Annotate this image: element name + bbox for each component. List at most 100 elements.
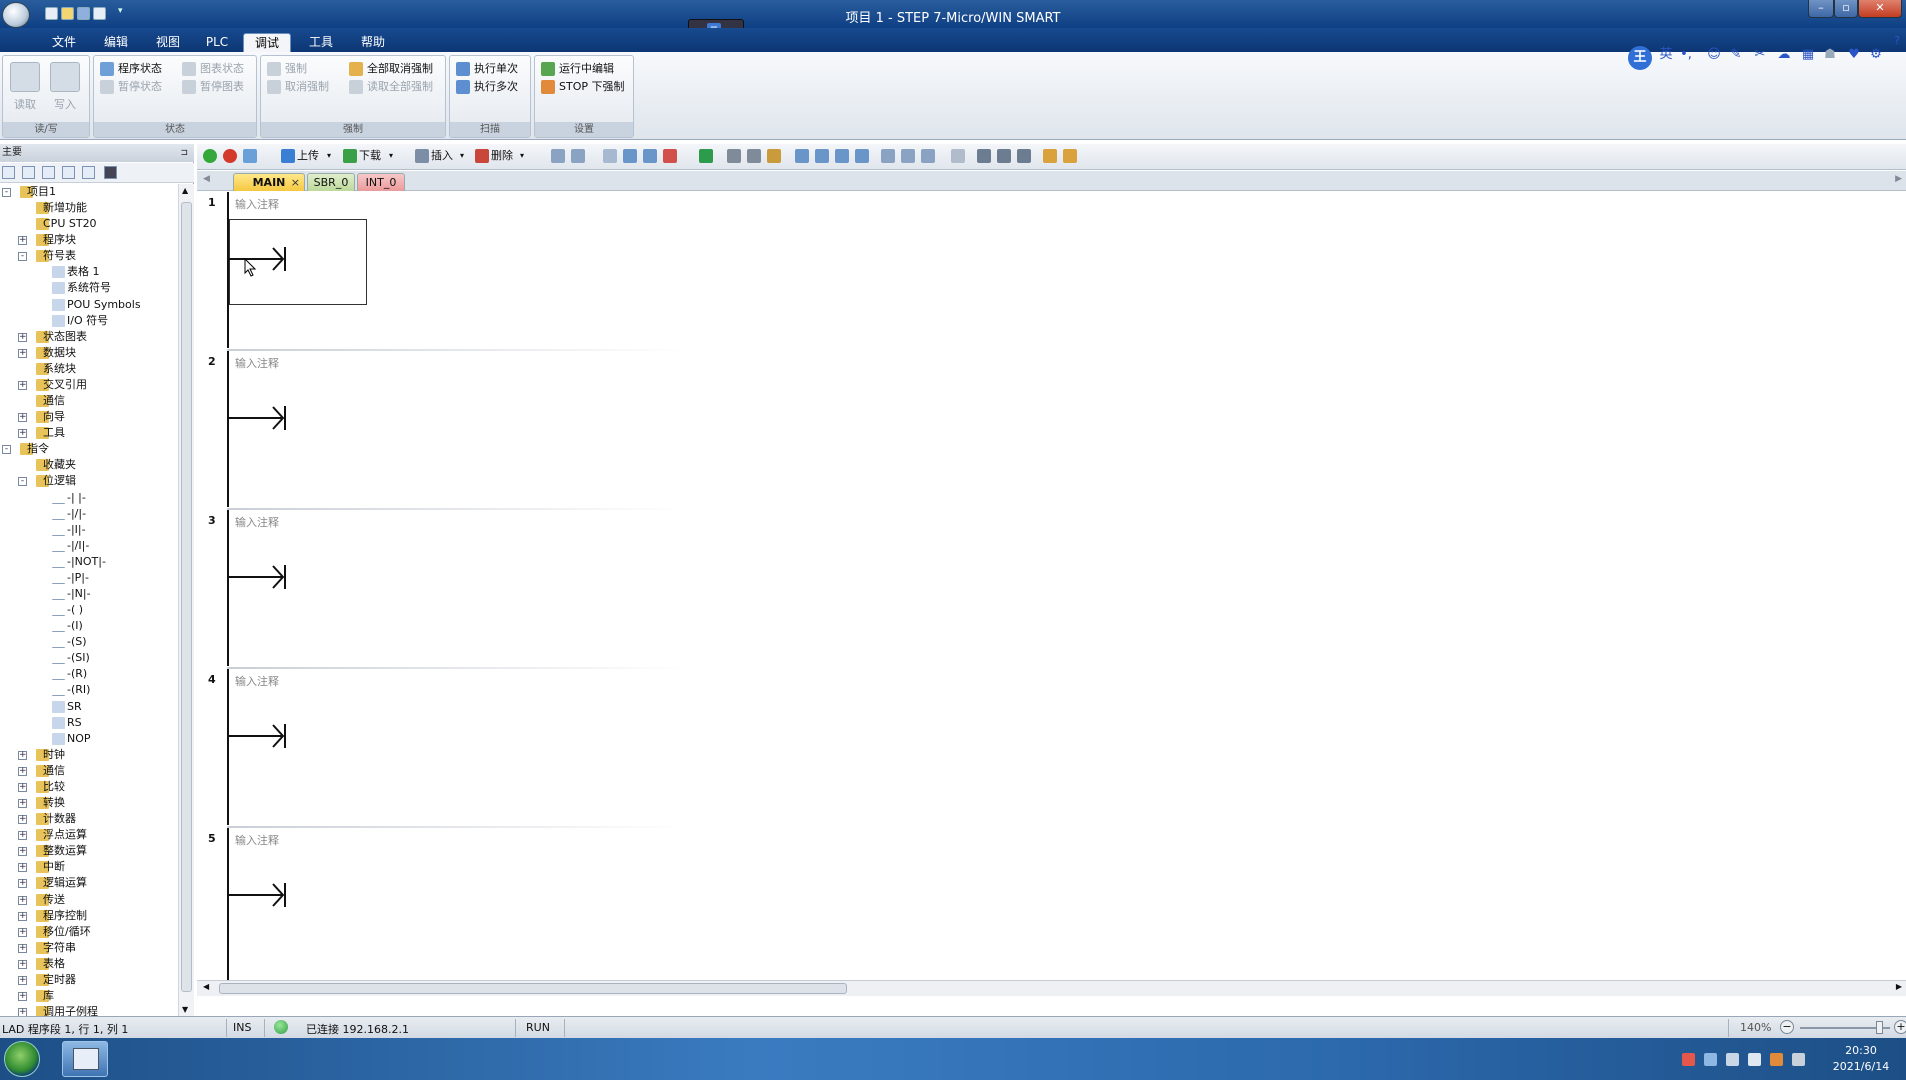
monitor-icon[interactable] [104, 166, 117, 179]
expand-icon[interactable]: + [18, 799, 27, 809]
rung-arrow[interactable] [229, 721, 289, 751]
keyboard-icon[interactable]: ▦ [1800, 46, 1816, 64]
delete-icon[interactable] [475, 149, 489, 163]
page-icon[interactable] [62, 166, 75, 179]
print-preview-icon[interactable] [727, 149, 741, 163]
upload-icon[interactable] [281, 149, 295, 163]
tab-main-close-icon[interactable]: × [291, 174, 300, 191]
box-insert-icon[interactable] [921, 149, 935, 163]
network-3[interactable]: 3 输入注释 [197, 510, 1906, 669]
pause-chart-button[interactable]: 暂停图表 [182, 78, 244, 96]
network-comment[interactable]: 输入注释 [235, 355, 279, 371]
line-right-icon[interactable] [855, 149, 869, 163]
download-button[interactable]: 下载 [359, 149, 381, 163]
goto-icon[interactable] [699, 149, 713, 163]
close-button[interactable]: ✕ [1858, 0, 1902, 18]
network-1[interactable]: 1 输入注释 [197, 192, 1906, 351]
skin-shirt-icon[interactable]: ♥ [1846, 46, 1862, 64]
scissors-icon[interactable]: ✂ [1752, 46, 1768, 64]
expand-icon[interactable]: + [18, 943, 27, 953]
zoom-out-icon[interactable]: − [1780, 1020, 1794, 1034]
download-dropdown-icon[interactable]: ▾ [389, 149, 393, 163]
stop-icon[interactable] [223, 149, 237, 163]
expand-icon[interactable]: + [18, 413, 27, 423]
expand-icon[interactable]: + [18, 766, 27, 776]
bookmark-icon[interactable] [551, 149, 565, 163]
expand-icon[interactable]: + [18, 380, 27, 390]
tab-help[interactable]: 帮助 [353, 33, 393, 52]
force-button[interactable]: 强制 [267, 60, 307, 78]
rung-arrow[interactable] [229, 403, 289, 433]
protect-icon[interactable] [1063, 149, 1077, 163]
start-button[interactable] [4, 1041, 40, 1077]
expand-icon[interactable]: + [18, 927, 27, 937]
network-5[interactable]: 5 输入注释 [197, 828, 1906, 987]
expand-icon[interactable]: + [18, 750, 27, 760]
grid-icon[interactable] [977, 149, 991, 163]
memory-icon[interactable] [951, 149, 965, 163]
tab-view[interactable]: 视图 [148, 33, 188, 52]
insert-icon[interactable] [415, 149, 429, 163]
delete-button[interactable]: 删除 [491, 149, 513, 163]
read-button[interactable]: 读取 [7, 58, 43, 112]
tray-network-icon[interactable] [1726, 1053, 1739, 1066]
tab-scroll-left-icon[interactable]: ◀ [203, 174, 210, 184]
expand-icon[interactable]: + [18, 429, 27, 439]
compile-icon[interactable] [243, 149, 257, 163]
tab-main[interactable]: MAIN × [233, 173, 305, 191]
collapse-icon[interactable]: - [2, 188, 11, 197]
expand-icon[interactable]: + [18, 847, 27, 857]
tray-security-icon[interactable] [1682, 1053, 1695, 1066]
expand-icon[interactable]: + [18, 911, 27, 921]
read-all-force-button[interactable]: 读取全部强制 [349, 78, 433, 96]
run-edit-button[interactable]: 运行中编辑 [541, 60, 614, 78]
rung-arrow[interactable] [229, 880, 289, 910]
rung-arrow[interactable] [229, 244, 289, 274]
user-icon[interactable]: ☗ [1822, 46, 1838, 64]
zoom-slider-thumb[interactable] [1876, 1021, 1883, 1034]
expand-icon[interactable]: + [18, 1008, 27, 1016]
network-2[interactable]: 2 输入注释 [197, 351, 1906, 510]
expand-icon[interactable]: + [18, 879, 27, 889]
network-comment[interactable]: 输入注释 [235, 514, 279, 530]
expand-icon[interactable]: + [18, 332, 27, 342]
tab-debug[interactable]: 调试 [243, 33, 291, 52]
run-icon[interactable] [203, 149, 217, 163]
emoji-icon[interactable]: ☺ [1706, 46, 1722, 64]
table-icon[interactable] [82, 166, 95, 179]
view-icon[interactable] [2, 166, 15, 179]
collapse-icon[interactable]: - [2, 445, 11, 455]
tree-scrollbar[interactable]: ▲ ▼ [178, 184, 194, 1016]
pou-comment-icon[interactable] [643, 149, 657, 163]
bookmark-next-icon[interactable] [571, 149, 585, 163]
taskbar-date[interactable]: 2021/6/14 [1826, 1060, 1896, 1073]
ime-punct-toggle[interactable]: •, [1678, 46, 1694, 64]
network-comment[interactable]: 输入注释 [235, 196, 279, 212]
expand-icon[interactable]: + [18, 348, 27, 358]
zoom-in-icon[interactable]: + [1894, 1020, 1906, 1034]
user-lock-icon[interactable] [1043, 149, 1057, 163]
insert-dropdown-icon[interactable]: ▾ [460, 149, 464, 163]
single-scan-button[interactable]: 执行单次 [456, 60, 518, 78]
tab-sbr0[interactable]: SBR_0 [307, 173, 355, 191]
pause-status-button[interactable]: 暂停状态 [100, 78, 162, 96]
contact-icon[interactable] [747, 149, 761, 163]
maximize-button[interactable]: ▫ [1834, 0, 1858, 18]
minimize-button[interactable]: – [1808, 0, 1834, 18]
network-comment[interactable]: 输入注释 [235, 673, 279, 689]
rung-arrow[interactable] [229, 562, 289, 592]
taskbar-app-step7[interactable] [62, 1041, 108, 1077]
upload-dropdown-icon[interactable]: ▾ [327, 149, 331, 163]
delete-dropdown-icon[interactable]: ▾ [520, 149, 524, 163]
write-button[interactable]: 写入 [47, 58, 83, 112]
collapse-icon[interactable]: - [18, 252, 27, 262]
symbol-info-icon[interactable] [623, 149, 637, 163]
tray-user-icon[interactable] [1770, 1053, 1783, 1066]
properties-icon[interactable] [22, 166, 35, 179]
toggle-symbol-icon[interactable] [603, 149, 617, 163]
upload-button[interactable]: 上传 [297, 149, 319, 163]
stop-force-button[interactable]: STOP 下强制 [541, 78, 625, 96]
expand-icon[interactable]: + [18, 782, 27, 792]
scroll-up-icon[interactable]: ▲ [182, 186, 188, 195]
hscroll-thumb[interactable] [219, 983, 847, 994]
